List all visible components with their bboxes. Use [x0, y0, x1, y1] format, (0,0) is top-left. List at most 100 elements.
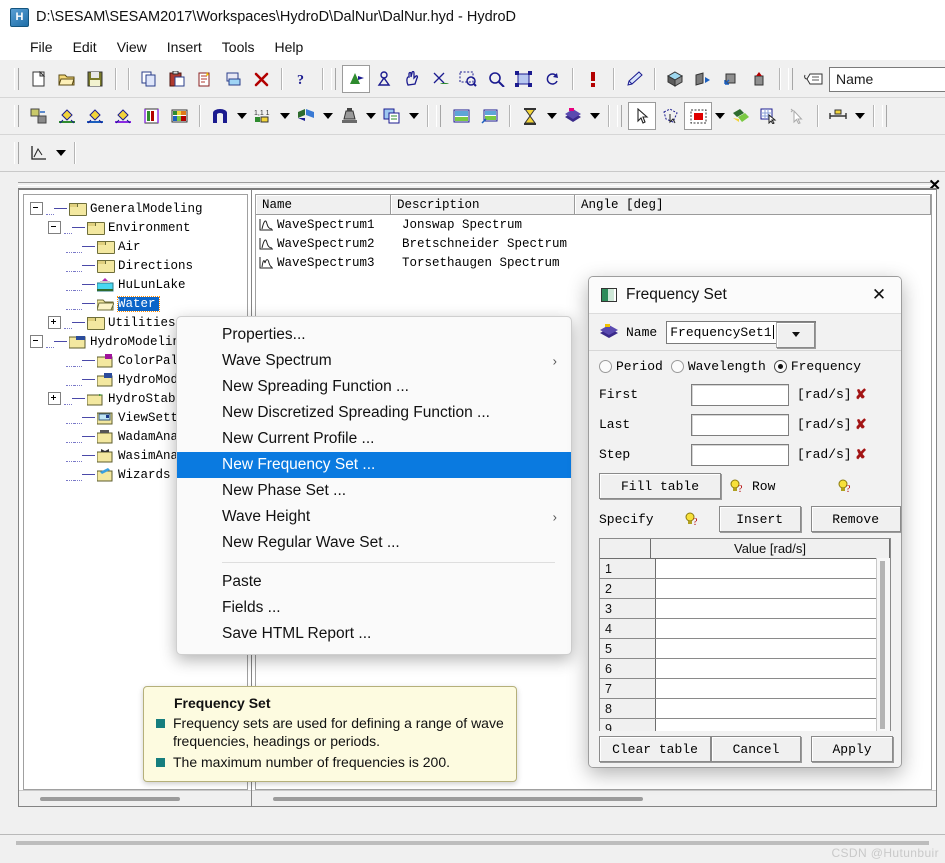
cut-scissors-icon[interactable] [426, 65, 454, 93]
anchor-dropdown-arrow-icon[interactable] [363, 104, 378, 128]
exchange-icon[interactable] [25, 102, 53, 130]
copy-panel-dropdown-arrow-icon[interactable] [406, 104, 421, 128]
value-grid[interactable]: Value [rad/s] 1 2 3 4 5 6 7 8 9 [599, 538, 891, 738]
toolbar-grip[interactable] [14, 105, 19, 127]
table-row[interactable]: WaveSpectrum2 Bretschneider Spectrum [256, 234, 931, 253]
radio-period[interactable]: Period [599, 359, 663, 374]
lightbulb-help-icon[interactable]: ? [837, 478, 852, 494]
graph-dropdown-arrow-icon[interactable] [53, 141, 68, 165]
tree-node-environment[interactable]: Environment [26, 218, 247, 237]
grid-row[interactable]: 7 [600, 679, 890, 699]
cube-rotate-icon[interactable] [717, 65, 745, 93]
grid-row[interactable]: 5 [600, 639, 890, 659]
step-input[interactable] [691, 443, 789, 466]
pan-person-icon[interactable] [370, 65, 398, 93]
result-view-icon[interactable] [447, 102, 475, 130]
delete-x-icon[interactable] [247, 65, 275, 93]
menu-item-new-regular-wave-set[interactable]: New Regular Wave Set ... [177, 530, 571, 556]
dialog-title-bar[interactable]: Frequency Set ✕ [589, 277, 901, 314]
menu-item-new-discretized-spreading-function[interactable]: New Discretized Spreading Function ... [177, 400, 571, 426]
fill-table-button[interactable]: Fill table [599, 473, 721, 499]
toolbar-grip[interactable] [617, 105, 622, 127]
menu-view[interactable]: View [109, 37, 155, 57]
scrollbar-thumb[interactable] [273, 796, 643, 801]
tree-toggle-minus-icon[interactable] [30, 335, 43, 348]
copy-icon[interactable] [135, 65, 163, 93]
frequency-set-dialog[interactable]: Frequency Set ✕ Name FrequencySet1 Perio… [588, 276, 902, 768]
panel-icon[interactable] [292, 102, 320, 130]
book-dropdown-arrow-icon[interactable] [587, 104, 602, 128]
context-menu[interactable]: Properties... Wave Spectrum › New Spread… [176, 316, 572, 655]
first-input[interactable] [691, 383, 789, 406]
cube-right-icon[interactable] [689, 65, 717, 93]
toolbar-grip[interactable] [788, 68, 793, 90]
select-box-icon[interactable] [510, 65, 538, 93]
book-stack-icon[interactable] [559, 102, 587, 130]
warning-exclamation-icon[interactable] [579, 65, 607, 93]
grid-row[interactable]: 8 [600, 699, 890, 719]
insert-button[interactable]: Insert [718, 506, 801, 532]
tree-toggle-plus-icon[interactable] [48, 316, 61, 329]
tree-toggle-minus-icon[interactable] [48, 221, 61, 234]
pick-disabled-icon[interactable] [783, 102, 811, 130]
delete-list-icon[interactable] [191, 65, 219, 93]
menu-item-properties[interactable]: Properties... [177, 322, 571, 348]
tree-horizontal-scrollbar[interactable] [19, 790, 251, 806]
grid-cell-value[interactable] [656, 599, 890, 618]
radio-wavelength[interactable]: Wavelength [670, 359, 766, 374]
tree-toggle-plus-icon[interactable] [48, 392, 61, 405]
scrollbar-thumb[interactable] [40, 796, 180, 801]
grid-cell-value[interactable] [656, 619, 890, 638]
tree-node-water[interactable]: Water [26, 294, 247, 313]
name-tag-icon[interactable] [799, 65, 827, 93]
menu-edit[interactable]: Edit [65, 37, 105, 57]
print-preview-icon[interactable] [219, 65, 247, 93]
grid-cell-value[interactable] [656, 699, 890, 718]
grid-cell-value[interactable] [656, 579, 890, 598]
grid-pick-icon[interactable] [755, 102, 783, 130]
grid-row[interactable]: 4 [600, 619, 890, 639]
result-export-icon[interactable] [475, 102, 503, 130]
panel-dropdown-arrow-icon[interactable] [320, 104, 335, 128]
pan-hand-icon[interactable] [398, 65, 426, 93]
save-disk-icon[interactable] [81, 65, 109, 93]
numbering-dropdown-arrow-icon[interactable] [277, 104, 292, 128]
list-horizontal-scrollbar[interactable] [252, 790, 936, 806]
menu-item-wave-height[interactable]: Wave Height › [177, 504, 571, 530]
color-table-icon[interactable] [165, 102, 193, 130]
grid-cell-value[interactable] [656, 639, 890, 658]
clear-table-button[interactable]: Clear table [599, 736, 711, 762]
paste-icon[interactable] [163, 65, 191, 93]
column-header-description[interactable]: Description [391, 195, 575, 215]
toolbar-grip[interactable] [436, 105, 441, 127]
cancel-button[interactable]: Cancel [711, 736, 801, 762]
hourglass-dropdown-arrow-icon[interactable] [544, 104, 559, 128]
name-combo[interactable]: Name [829, 66, 945, 92]
column-header-name[interactable]: Name [256, 195, 391, 215]
select-dropdown-arrow-icon[interactable] [712, 104, 727, 128]
toolbar-grip[interactable] [331, 68, 336, 90]
table-row[interactable]: WaveSpectrum3 Torsethaugen Spectrum [256, 253, 931, 272]
axis-green-icon[interactable] [53, 102, 81, 130]
chevron-down-icon[interactable] [776, 321, 816, 348]
toolbar-grip[interactable] [14, 142, 19, 164]
menu-tools[interactable]: Tools [214, 37, 263, 57]
pointer-icon[interactable] [628, 102, 656, 130]
grid-row[interactable]: 6 [600, 659, 890, 679]
grid-cell-value[interactable] [656, 679, 890, 698]
open-folder-icon[interactable] [53, 65, 81, 93]
toolbar-grip[interactable] [882, 105, 887, 127]
view-model-icon[interactable] [342, 65, 370, 93]
grid-cell-value[interactable] [656, 559, 890, 578]
menu-item-save-html-report[interactable]: Save HTML Report ... [177, 621, 571, 647]
last-input[interactable] [691, 413, 789, 436]
grid-vertical-scrollbar[interactable] [876, 558, 890, 737]
grid-row[interactable]: 1 [600, 559, 890, 579]
menu-item-new-frequency-set[interactable]: New Frequency Set ... [177, 452, 571, 478]
menu-item-paste[interactable]: Paste [177, 569, 571, 595]
menu-item-new-phase-set[interactable]: New Phase Set ... [177, 478, 571, 504]
menu-help[interactable]: Help [266, 37, 311, 57]
axis-blue-icon[interactable] [81, 102, 109, 130]
column-header-angle[interactable]: Angle [deg] [575, 195, 931, 215]
graph-icon[interactable] [25, 139, 53, 167]
